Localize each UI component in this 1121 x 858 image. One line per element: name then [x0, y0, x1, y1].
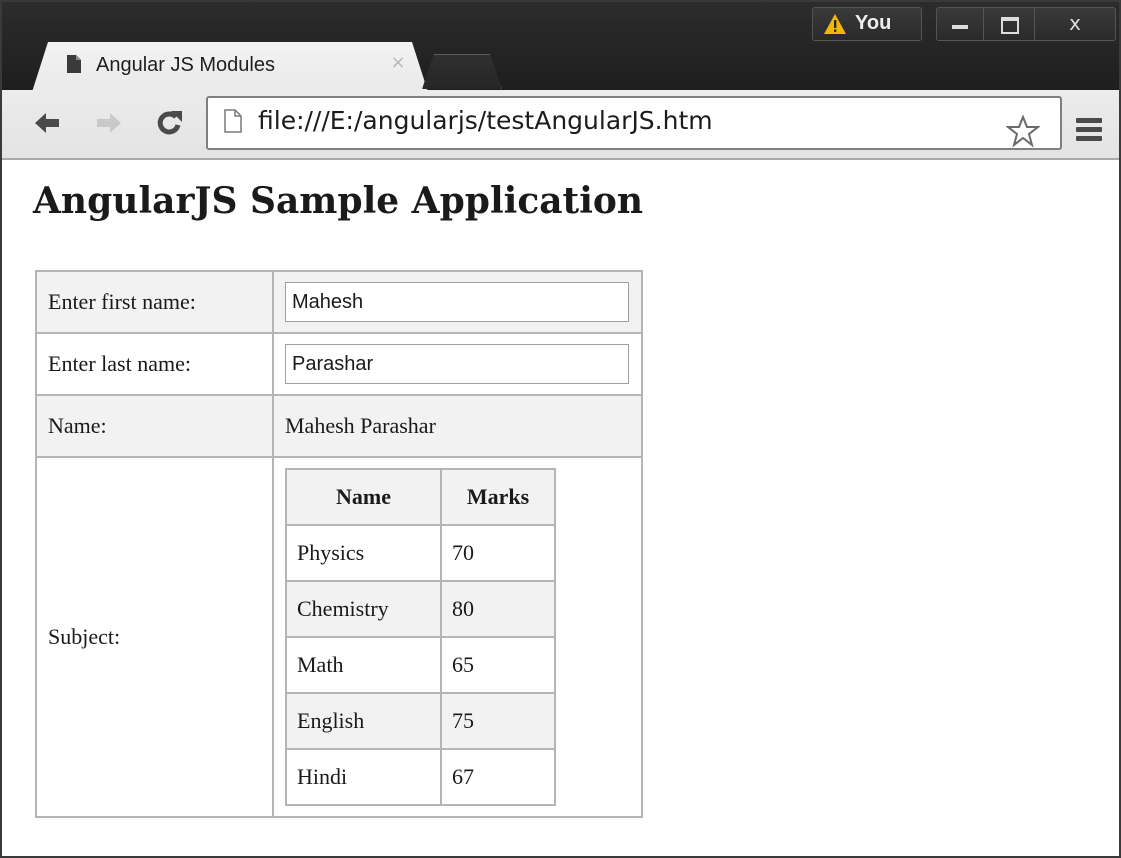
minimize-button[interactable]: [936, 7, 984, 41]
browser-tab[interactable]: Angular JS Modules ×: [32, 42, 428, 92]
minimize-icon: [952, 25, 968, 29]
close-window-button[interactable]: x: [1034, 7, 1116, 41]
table-row: Enter first name:: [35, 270, 643, 334]
table-row: Chemistry 80: [285, 580, 556, 638]
table-row: Enter last name:: [35, 332, 643, 396]
table-row: Hindi 67: [285, 748, 556, 806]
menu-icon[interactable]: [1076, 118, 1102, 144]
table-row: Physics 70: [285, 524, 556, 582]
address-bar[interactable]: file:///E:/angularjs/testAngularJS.htm: [206, 96, 1062, 150]
page-title: AngularJS Sample Application: [33, 180, 644, 222]
page-icon: [224, 109, 242, 133]
browser-toolbar: file:///E:/angularjs/testAngularJS.htm: [2, 90, 1119, 160]
tab-title: Angular JS Modules: [96, 54, 275, 76]
last-name-input[interactable]: [285, 344, 629, 384]
first-name-label: Enter first name:: [35, 270, 274, 334]
forward-icon[interactable]: [94, 108, 124, 138]
close-icon[interactable]: ×: [388, 53, 408, 73]
user-profile-button[interactable]: You: [812, 7, 922, 41]
column-header-marks: Marks: [440, 468, 556, 526]
back-icon[interactable]: [32, 108, 62, 138]
full-name-value: Mahesh Parashar: [272, 394, 643, 458]
table-row: Subject: Name Marks Physics 70 Chemistry: [35, 456, 643, 818]
first-name-input[interactable]: [285, 282, 629, 322]
subject-name: Hindi: [285, 748, 442, 806]
close-icon: x: [1069, 11, 1081, 35]
subject-label: Subject:: [35, 456, 274, 818]
browser-window: Angular JS Modules × You x file:///E:/an…: [0, 0, 1121, 858]
table-row: Name: Mahesh Parashar: [35, 394, 643, 458]
table-row: Math 65: [285, 636, 556, 694]
subject-cell: Name Marks Physics 70 Chemistry 80 Math …: [272, 456, 643, 818]
table-header-row: Name Marks: [285, 468, 556, 526]
maximize-icon: [1001, 17, 1019, 34]
star-icon[interactable]: [1006, 114, 1040, 148]
page-content: AngularJS Sample Application Enter first…: [2, 160, 1119, 856]
subject-marks: 67: [440, 748, 556, 806]
column-header-name: Name: [285, 468, 442, 526]
subject-name: Chemistry: [285, 580, 442, 638]
subject-marks: 75: [440, 692, 556, 750]
user-label: You: [855, 12, 892, 34]
subject-name: English: [285, 692, 442, 750]
url-text: file:///E:/angularjs/testAngularJS.htm: [258, 106, 713, 135]
new-tab-button[interactable]: [422, 54, 502, 89]
first-name-cell: [272, 270, 643, 334]
maximize-button[interactable]: [983, 7, 1035, 41]
title-bar: Angular JS Modules × You x: [2, 2, 1119, 90]
subject-marks: 80: [440, 580, 556, 638]
subject-name: Math: [285, 636, 442, 694]
last-name-cell: [272, 332, 643, 396]
reload-icon[interactable]: [154, 108, 184, 138]
subject-marks: 70: [440, 524, 556, 582]
page-icon: [66, 54, 82, 74]
table-row: English 75: [285, 692, 556, 750]
last-name-label: Enter last name:: [35, 332, 274, 396]
student-form-table: Enter first name: Enter last name: Name:…: [35, 270, 643, 818]
warning-icon: [824, 14, 846, 34]
subject-marks: 65: [440, 636, 556, 694]
subject-name: Physics: [285, 524, 442, 582]
name-label: Name:: [35, 394, 274, 458]
subjects-table: Name Marks Physics 70 Chemistry 80 Math …: [285, 468, 556, 806]
